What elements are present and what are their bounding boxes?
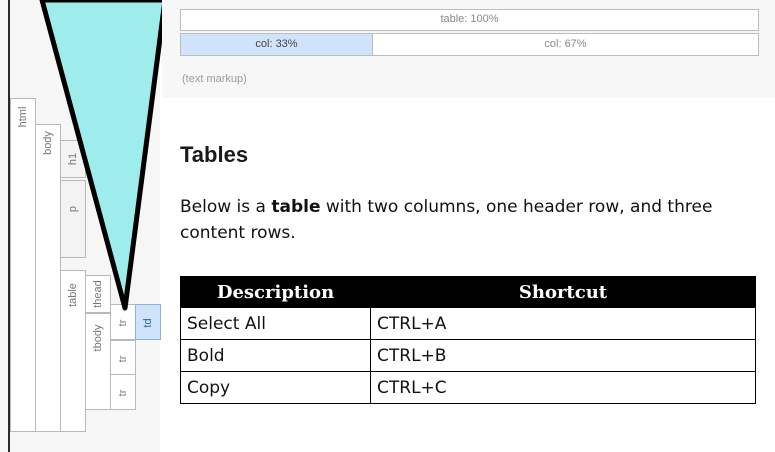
cell-shortcut[interactable]: CTRL+C [370,371,756,404]
tag-thead[interactable]: thead [85,275,111,313]
table-row: Bold CTRL+B [180,339,756,372]
structure-panel: html body h1 p table thead tbody tr td t… [0,0,168,452]
paragraph-text-before: Below is a [180,197,272,217]
tag-h1[interactable]: h1 [60,140,86,178]
tag-td[interactable]: td [135,304,161,340]
paragraph-bold-word: table [271,197,321,217]
cell-description[interactable]: Bold [180,339,371,372]
column-1-width[interactable]: col: 33% [181,34,373,55]
column-width-row: col: 33% col: 67% [180,33,759,56]
tag-tbody[interactable]: tbody [85,313,111,410]
cell-shortcut[interactable]: CTRL+A [370,307,756,340]
table-header-row: Description Shortcut [180,276,756,308]
shortcut-table[interactable]: Description Shortcut Select All CTRL+A B… [180,276,756,404]
cell-shortcut[interactable]: CTRL+B [370,339,756,372]
cell-description[interactable]: Copy [180,371,371,404]
page-title[interactable]: Tables [180,142,248,168]
tag-tr-2[interactable]: tr [110,374,136,410]
tag-body[interactable]: body [35,124,61,432]
tag-tr-head[interactable]: tr [110,304,136,340]
table-width-label: table: 100% [440,13,499,25]
column-2-width-label: col: 67% [544,38,587,50]
tag-tr-1[interactable]: tr [110,340,136,376]
table-width-bar[interactable]: table: 100% [180,9,759,31]
intro-paragraph[interactable]: Below is a table with two columns, one h… [180,194,770,246]
header-shortcut[interactable]: Shortcut [370,276,756,308]
text-markup-note: (text markup) [182,73,247,85]
column-2-width[interactable]: col: 67% [373,34,758,55]
table-row: Copy CTRL+C [180,371,756,404]
tag-p[interactable]: p [60,180,86,258]
header-description[interactable]: Description [180,276,371,308]
column-1-width-label: col: 33% [255,38,298,50]
table-row: Select All CTRL+A [180,307,756,340]
tag-table[interactable]: table [60,270,86,432]
cell-description[interactable]: Select All [180,307,371,340]
tag-html[interactable]: html [10,98,36,432]
